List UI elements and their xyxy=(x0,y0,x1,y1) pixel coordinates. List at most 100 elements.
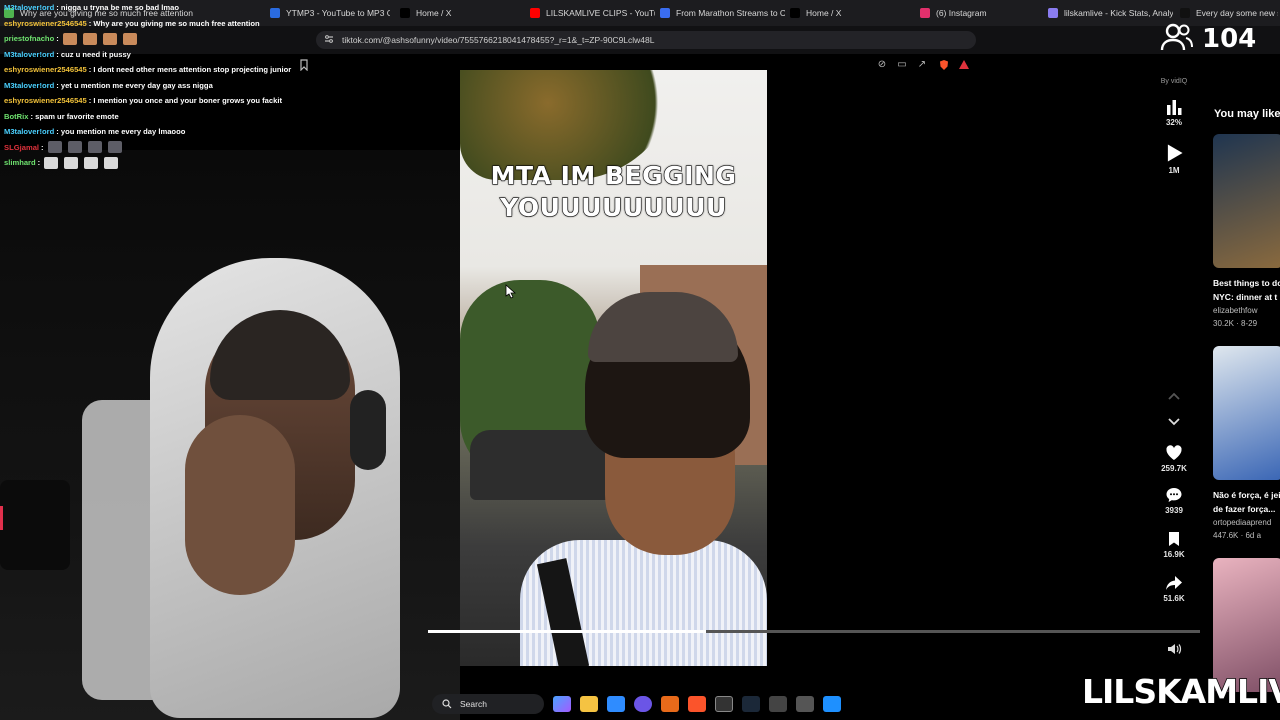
chat-emote-icon xyxy=(47,141,62,154)
taskbar-search-label: Search xyxy=(460,699,487,709)
chat-text: : I mention you once and your boner grow… xyxy=(88,96,282,106)
card-title-line2: NYC: dinner at t xyxy=(1213,292,1278,302)
video-progress-fill xyxy=(428,630,706,633)
chat-message: eshyroswiener2546545: I mention you once… xyxy=(4,93,324,109)
brave-browser-icon[interactable] xyxy=(688,696,706,712)
chat-message: M3talover!ord: nigga u tryna be me so ba… xyxy=(4,0,324,16)
tiktok-video[interactable]: MTA IM BEGGING YOUUUUUUUUU xyxy=(460,70,767,666)
taskbar-search[interactable]: Search xyxy=(432,694,544,714)
chat-username[interactable]: SLGjamal xyxy=(4,140,39,155)
chat-text: : xyxy=(37,158,41,168)
browser-tab[interactable]: LILSKAMLIVE CLIPS - YouTube xyxy=(530,4,655,22)
bar-chart-icon xyxy=(1167,100,1182,115)
recommended-video-card[interactable]: Não é força, é jeit de fazer força... orto… xyxy=(1213,346,1280,542)
firefox-icon[interactable] xyxy=(661,696,679,712)
tab-favicon-icon xyxy=(920,8,930,18)
next-video-button[interactable] xyxy=(1150,412,1198,430)
microsoft-store-icon[interactable] xyxy=(607,696,625,712)
brave-shield-icon[interactable] xyxy=(938,59,950,71)
viewer-counter: 104 xyxy=(1160,22,1256,56)
browser-tab[interactable]: Home / X xyxy=(790,4,910,22)
volume-icon[interactable] xyxy=(1166,641,1182,657)
comment-button[interactable]: 3939 xyxy=(1150,486,1198,515)
tab-favicon-icon xyxy=(530,8,540,18)
chat-username[interactable]: M3talover!ord xyxy=(4,124,54,139)
site-settings-icon[interactable] xyxy=(324,34,334,46)
brave-rewards-icon[interactable] xyxy=(958,59,970,71)
chat-text: : nigga u tryna be me so bad lmao xyxy=(56,3,180,13)
card-title: Não é força, é jeit xyxy=(1213,490,1280,500)
share-button[interactable]: 51.6K xyxy=(1150,574,1198,603)
live-indicator xyxy=(0,506,3,530)
chat-username[interactable]: eshyroswiener2546545 xyxy=(4,16,87,31)
browser-tab[interactable]: Every day some new sh xyxy=(1180,4,1278,22)
copilot-icon[interactable] xyxy=(553,696,571,712)
browser-tab[interactable]: From Marathon Streams to Ca xyxy=(660,4,785,22)
chat-text: : I dont need other mens attention stop … xyxy=(88,65,292,75)
chat-username[interactable]: slimhard xyxy=(4,155,36,170)
chat-message: M3talover!ord: yet u mention me every da… xyxy=(4,78,324,94)
like-button[interactable]: 259.7K xyxy=(1150,444,1198,473)
channel-watermark: LILSKAMLIVE xyxy=(1081,671,1280,712)
chat-message: M3talover!ord: cuz u need it pussy xyxy=(4,47,324,63)
share-icon[interactable]: ↗ xyxy=(916,59,928,71)
chat-message: eshyroswiener2546545: Why are you giving… xyxy=(4,16,324,32)
browser-tab[interactable]: Home / X xyxy=(400,4,520,22)
active-window-icon[interactable] xyxy=(823,696,841,712)
chat-message: priestofnacho: xyxy=(4,31,324,47)
tab-label: (6) Instagram xyxy=(936,8,987,18)
streamer-webcam xyxy=(0,150,460,720)
obs-icon[interactable] xyxy=(715,696,733,712)
tab-label: lilskamlive - Kick Stats, Analytic xyxy=(1064,8,1173,18)
comment-count: 3939 xyxy=(1165,506,1183,515)
chat-username[interactable]: eshyroswiener2546545 xyxy=(4,93,87,108)
card-title: Best things to do xyxy=(1213,278,1280,288)
chat-username[interactable]: M3talover!ord xyxy=(4,0,54,15)
heart-icon xyxy=(1166,445,1182,460)
card-stats: 447.6K · 6d a xyxy=(1213,531,1262,540)
recommended-video-card[interactable]: Best things to do NYC: dinner at t elizabe… xyxy=(1213,134,1280,330)
browser-tab[interactable]: lilskamlive - Kick Stats, Analytic xyxy=(1048,4,1173,22)
steam-icon[interactable] xyxy=(742,696,760,712)
video-caption: MTA IM BEGGING YOUUUUUUUUU xyxy=(460,160,767,224)
recommendations-sidebar: You may like Best things to do NYC: dinne… xyxy=(1205,100,1280,700)
app-icon[interactable] xyxy=(769,696,787,712)
stats-button[interactable]: 32% xyxy=(1150,98,1198,127)
stats-percent: 32% xyxy=(1165,118,1182,127)
block-tracking-icon[interactable]: ⊘ xyxy=(876,59,888,71)
tab-favicon-icon xyxy=(400,8,410,18)
video-thumbnail[interactable] xyxy=(1213,134,1280,268)
chat-emote-icon xyxy=(84,156,99,169)
discord-icon[interactable] xyxy=(634,696,652,712)
chat-username[interactable]: M3talover!ord xyxy=(4,47,54,62)
chat-username[interactable]: priestofnacho xyxy=(4,31,54,46)
save-button[interactable]: 16.9K xyxy=(1150,530,1198,559)
picture-in-picture-icon[interactable]: ▭ xyxy=(896,59,908,71)
browser-tab[interactable]: (6) Instagram xyxy=(920,4,1040,22)
chat-emote-icon xyxy=(107,141,122,154)
chat-text: : xyxy=(56,34,59,44)
chat-username[interactable]: BotRix xyxy=(4,109,28,124)
share-count: 51.6K xyxy=(1163,594,1185,603)
search-icon xyxy=(442,699,452,709)
tab-label: Home / X xyxy=(416,8,452,18)
tab-favicon-icon xyxy=(790,8,800,18)
url-field[interactable]: tiktok.com/@ashsofunny/video/75557662180… xyxy=(316,31,976,49)
capture-app-icon[interactable] xyxy=(796,696,814,712)
tab-label: Home / X xyxy=(806,8,842,18)
file-explorer-icon[interactable] xyxy=(580,696,598,712)
save-count: 16.9K xyxy=(1163,550,1185,559)
chat-username[interactable]: M3talover!ord xyxy=(4,78,54,93)
headset xyxy=(350,390,386,470)
tab-favicon-icon xyxy=(1048,8,1058,18)
play-button[interactable]: 1M xyxy=(1150,142,1198,175)
windows-taskbar: Search xyxy=(432,692,882,716)
previous-video-button[interactable] xyxy=(1150,388,1198,406)
tab-favicon-icon xyxy=(660,8,670,18)
video-thumbnail[interactable] xyxy=(1213,346,1280,480)
chat-username[interactable]: eshyroswiener2546545 xyxy=(4,62,87,77)
chat-message: slimhard: xyxy=(4,155,324,171)
chat-message: eshyroswiener2546545: I dont need other … xyxy=(4,62,324,78)
tab-label: From Marathon Streams to Ca xyxy=(676,8,785,18)
video-progress-bar[interactable] xyxy=(428,630,1200,633)
